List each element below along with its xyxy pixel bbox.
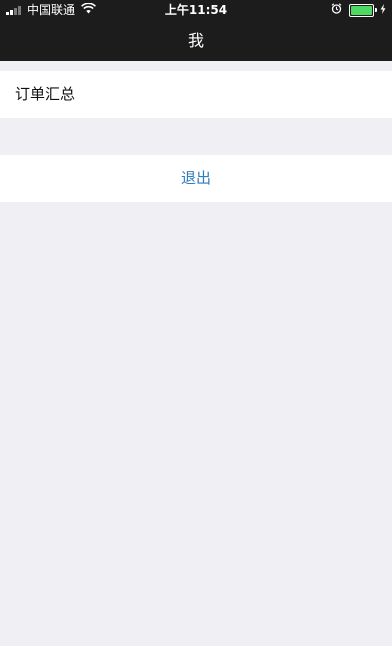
battery-icon bbox=[349, 3, 374, 17]
battery-tip bbox=[375, 8, 377, 12]
logout-label: 退出 bbox=[180, 169, 211, 187]
status-right bbox=[331, 0, 386, 20]
battery-level-fill bbox=[351, 5, 372, 15]
charging-bolt-icon bbox=[380, 0, 386, 20]
alarm-clock-icon bbox=[331, 0, 342, 20]
logout-button[interactable]: 退出 bbox=[0, 155, 392, 202]
app-header: 中国联通 上午11:54 我 bbox=[0, 0, 392, 61]
status-bar: 中国联通 上午11:54 bbox=[0, 0, 392, 20]
orders-summary-label: 订单汇总 bbox=[15, 85, 76, 103]
page-title: 我 bbox=[187, 31, 204, 50]
orders-summary-row[interactable]: 订单汇总 bbox=[0, 71, 392, 118]
